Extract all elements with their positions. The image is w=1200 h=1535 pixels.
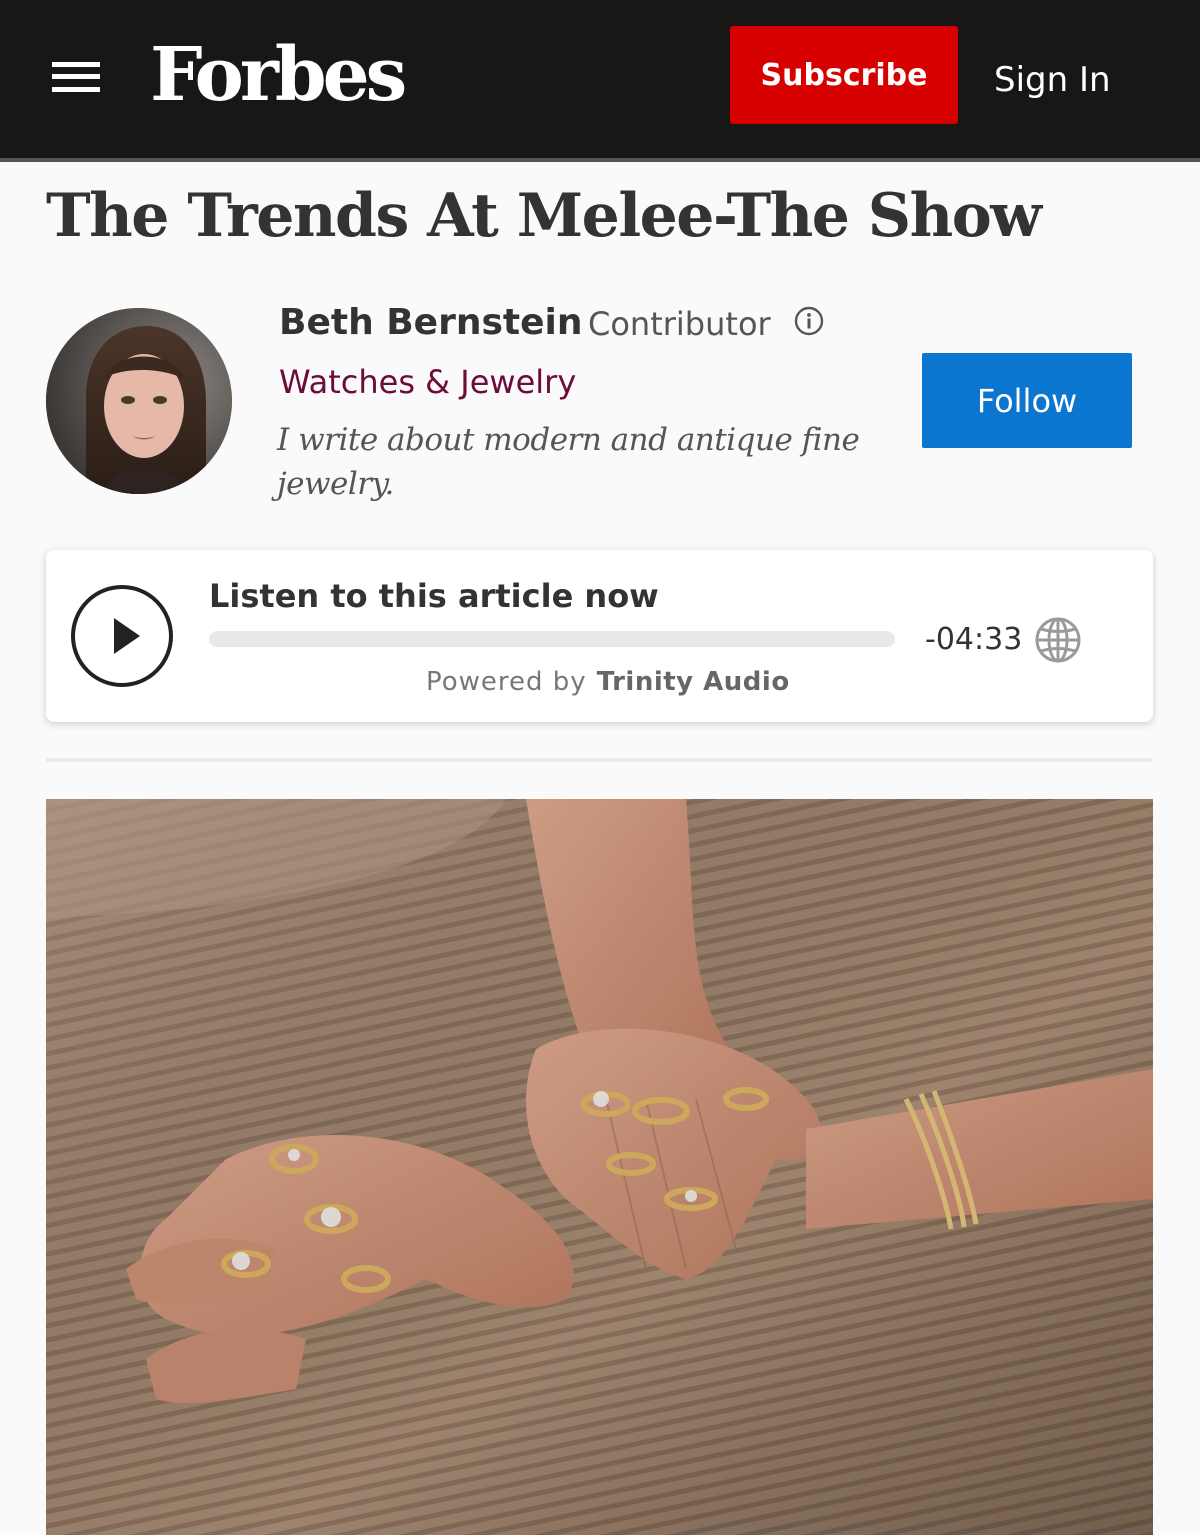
audio-progress-bar[interactable] [209, 631, 895, 647]
author-name-link[interactable]: Beth Bernstein [279, 300, 583, 346]
top-navigation-bar: Forbes Subscribe Sign In [0, 0, 1200, 162]
hero-photo [46, 799, 1153, 1535]
author-role-label: Contributor [588, 305, 771, 343]
info-circle-icon[interactable] [794, 306, 824, 336]
sign-in-link[interactable]: Sign In [994, 52, 1111, 108]
audio-player: Listen to this article now -04:33 Powere… [46, 550, 1153, 722]
play-icon[interactable] [70, 584, 174, 688]
author-bio: I write about modern and antique fine je… [277, 422, 860, 502]
jewelry-hands-photo [46, 799, 1153, 1535]
article-headline: The Trends At Melee-The Show [46, 181, 1042, 251]
globe-icon[interactable] [1034, 616, 1082, 664]
author-photo [46, 308, 232, 494]
hamburger-menu-icon[interactable] [52, 62, 100, 92]
author-channel-link[interactable]: Watches & Jewelry [279, 360, 576, 404]
trinity-audio-link[interactable]: Trinity Audio [597, 667, 790, 697]
audio-time-remaining: -04:33 [925, 622, 1023, 657]
powered-by-text: Powered by Trinity Audio [426, 664, 790, 700]
author-avatar[interactable] [46, 308, 232, 494]
powered-by-label: Powered by [426, 667, 587, 697]
forbes-logo[interactable]: Forbes [150, 30, 407, 120]
subscribe-button[interactable]: Subscribe [730, 26, 958, 124]
audio-title: Listen to this article now [209, 577, 659, 615]
follow-button[interactable]: Follow [922, 353, 1132, 448]
section-divider [46, 758, 1153, 762]
